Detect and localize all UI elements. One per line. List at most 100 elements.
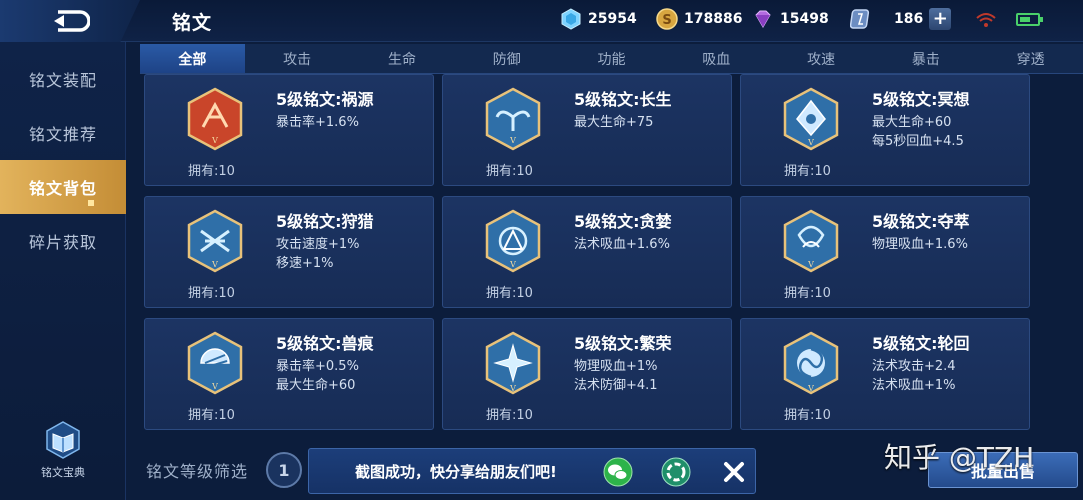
close-icon[interactable] (719, 457, 749, 487)
codex-label: 铭文宝典 (41, 466, 85, 479)
diamond-value: 15498 (780, 11, 829, 27)
inscription-name: 5级铭文:兽痕 (276, 334, 374, 353)
inscription-emblem-icon: V (485, 209, 541, 273)
inscription-card[interactable]: V 5级铭文:轮回 法术攻击+2.4 法术吸血+1% 拥有:10 (740, 318, 1030, 430)
inscription-attr: 最大生命+75 (574, 115, 654, 130)
inscription-emblem-icon: V (783, 331, 839, 395)
sidebar-item-recommend[interactable]: 铭文推荐 (0, 106, 126, 160)
sidebar: 铭文装配 铭文推荐 铭文背包 碎片获取 铭文宝典 (0, 42, 126, 500)
svg-text:V: V (509, 260, 516, 269)
svg-text:V: V (807, 138, 814, 147)
inscription-attr: 法术吸血+1% (872, 378, 956, 393)
inscription-name: 5级铭文:繁荣 (574, 334, 672, 353)
inscription-attr: 每5秒回血+4.5 (872, 134, 964, 149)
inscription-emblem-icon: V (783, 209, 839, 273)
gold-coin-icon: S (656, 8, 678, 30)
inscription-card[interactable]: V 5级铭文:贪婪 法术吸血+1.6% 拥有:10 (442, 196, 732, 308)
inscription-emblem-icon: V (485, 331, 541, 395)
inscription-card[interactable]: V 5级铭文:狩猎 攻击速度+1% 移速+1% 拥有:10 (144, 196, 434, 308)
tab-penetration[interactable]: 穿透 (978, 44, 1083, 73)
svg-text:V: V (807, 384, 814, 393)
inscription-name: 5级铭文:冥想 (872, 90, 970, 109)
tab-attack[interactable]: 攻击 (245, 44, 350, 73)
inscription-emblem-icon: V (187, 331, 243, 395)
sidebar-item-equip[interactable]: 铭文装配 (0, 52, 126, 106)
crystal-balance: 25954 (560, 8, 637, 30)
inscription-attr: 攻击速度+1% (276, 237, 360, 252)
tab-lifesteal[interactable]: 吸血 (664, 44, 769, 73)
back-arrow-icon (54, 10, 90, 32)
svg-text:V: V (211, 382, 218, 391)
codex-button[interactable]: 铭文宝典 (38, 420, 88, 490)
inscription-emblem-icon: V (187, 209, 243, 273)
diamond-icon (755, 10, 771, 28)
crystal-value: 25954 (588, 11, 637, 27)
inscription-grid: V 5级铭文:祸源 暴击率+1.6% 拥有:10 V 5级铭文:长生 最大生命+… (144, 74, 1032, 434)
sidebar-item-label: 铭文背包 (28, 179, 97, 198)
inscription-name: 5级铭文:夺萃 (872, 212, 970, 231)
inscription-name: 5级铭文:祸源 (276, 90, 374, 109)
owned-count: 拥有:10 (784, 164, 831, 179)
owned-count: 拥有:10 (486, 408, 533, 423)
inscription-name: 5级铭文:贪婪 (574, 212, 672, 231)
inscription-attr: 最大生命+60 (872, 115, 952, 130)
gold-balance: S 178886 (656, 8, 742, 30)
inscription-card[interactable]: V 5级铭文:兽痕 暴击率+0.5% 最大生命+60 拥有:10 (144, 318, 434, 430)
sidebar-item-label: 铭文推荐 (28, 125, 97, 144)
share-toast: 截图成功，快分享给朋友们吧! (308, 448, 756, 494)
inscription-card[interactable]: V 5级铭文:繁荣 物理吸血+1% 法术防御+4.1 拥有:10 (442, 318, 732, 430)
inscription-emblem-icon: V (783, 87, 839, 151)
inscription-card[interactable]: V 5级铭文:长生 最大生命+75 拥有:10 (442, 74, 732, 186)
inscription-name: 5级铭文:狩猎 (276, 212, 374, 231)
inscription-card[interactable]: V 5级铭文:夺萃 物理吸血+1.6% 拥有:10 (740, 196, 1030, 308)
gold-value: 178886 (684, 11, 743, 27)
voucher-value: 186 (894, 11, 924, 27)
recharge-button[interactable]: + (929, 8, 952, 30)
inscription-emblem-icon: V (187, 87, 243, 151)
tab-health[interactable]: 生命 (350, 44, 455, 73)
wifi-icon (976, 13, 996, 27)
back-button[interactable] (0, 0, 140, 42)
active-indicator (88, 200, 94, 206)
toast-message: 截图成功，快分享给朋友们吧! (355, 463, 557, 481)
tab-crit[interactable]: 暴击 (873, 44, 978, 73)
top-bar: 铭文 25954 S 178886 15498 186 + (0, 0, 1083, 42)
tab-defense[interactable]: 防御 (454, 44, 559, 73)
inscription-attr: 物理吸血+1.6% (872, 237, 968, 252)
level-filter-label: 铭文等级筛选 (146, 462, 249, 481)
watermark: 知乎 @TZH (884, 441, 1035, 474)
battery-icon (1016, 13, 1043, 26)
inscription-name: 5级铭文:轮回 (872, 334, 970, 353)
level-filter-button[interactable]: 1 (266, 452, 302, 488)
inscription-emblem-icon: V (485, 87, 541, 151)
tab-utility[interactable]: 功能 (559, 44, 664, 73)
svg-text:V: V (211, 136, 218, 145)
owned-count: 拥有:10 (784, 286, 831, 301)
crystal-icon (561, 8, 581, 30)
inscription-attr: 暴击率+0.5% (276, 359, 359, 374)
sidebar-item-label: 碎片获取 (28, 233, 97, 252)
sidebar-item-fragments[interactable]: 碎片获取 (0, 214, 126, 268)
wechat-icon[interactable] (603, 457, 633, 487)
tab-attack-speed[interactable]: 攻速 (769, 44, 874, 73)
book-icon (46, 421, 80, 459)
owned-count: 拥有:10 (188, 408, 235, 423)
diamond-balance: 15498 (752, 8, 829, 30)
owned-count: 拥有:10 (188, 164, 235, 179)
owned-count: 拥有:10 (486, 164, 533, 179)
inscription-attr: 法术吸血+1.6% (574, 237, 670, 252)
inscription-attr: 最大生命+60 (276, 378, 356, 393)
inscription-card[interactable]: V 5级铭文:祸源 暴击率+1.6% 拥有:10 (144, 74, 434, 186)
category-tabs: 全部 攻击 生命 防御 功能 吸血 攻速 暴击 穿透 (140, 44, 1083, 74)
moments-icon[interactable] (661, 457, 691, 487)
page-title: 铭文 (172, 12, 213, 34)
voucher-icon (850, 9, 870, 29)
tab-all[interactable]: 全部 (140, 44, 245, 73)
sidebar-item-backpack[interactable]: 铭文背包 (0, 160, 126, 214)
inscription-card[interactable]: V 5级铭文:冥想 最大生命+60 每5秒回血+4.5 拥有:10 (740, 74, 1030, 186)
owned-count: 拥有:10 (188, 286, 235, 301)
inscription-attr: 物理吸血+1% (574, 359, 658, 374)
inscription-name: 5级铭文:长生 (574, 90, 672, 109)
sidebar-item-label: 铭文装配 (28, 71, 97, 90)
svg-text:V: V (509, 384, 516, 393)
